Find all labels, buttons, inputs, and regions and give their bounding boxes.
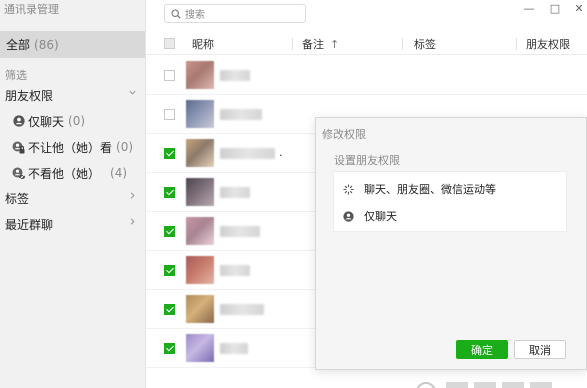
- count-badge: (4): [110, 166, 128, 180]
- chevron-right-icon: [128, 216, 137, 229]
- option-full-access[interactable]: 聊天、朋友圈、微信运动等: [334, 176, 566, 202]
- avatar: [186, 217, 214, 245]
- option-chat-only[interactable]: 仅聊天: [334, 203, 566, 229]
- row-checkbox[interactable]: [164, 70, 175, 81]
- sidebar: 通讯录管理 全部 (86) 筛选 朋友权限 仅聊天 (0) 不让他（她）看 (0…: [0, 0, 146, 388]
- avatar: [186, 178, 214, 206]
- nickname-suffix: .: [279, 146, 283, 159]
- row-checkbox[interactable]: [164, 109, 175, 120]
- row-checkbox[interactable]: [164, 265, 175, 276]
- row-checkbox[interactable]: [164, 148, 175, 159]
- blurred-nickname: [220, 304, 264, 315]
- window-title: 通讯录管理: [4, 3, 59, 16]
- cancel-button[interactable]: 取消: [514, 340, 566, 359]
- column-friend-permission[interactable]: 朋友权限: [526, 33, 570, 55]
- row-checkbox[interactable]: [164, 304, 175, 315]
- row-checkbox[interactable]: [164, 343, 175, 354]
- column-divider: [292, 38, 293, 50]
- sidebar-item-all[interactable]: 全部 (86): [0, 31, 145, 58]
- sidebar-item-label: 仅聊天: [28, 114, 65, 129]
- watermark-logo: [412, 370, 587, 388]
- option-label: 仅聊天: [364, 210, 397, 223]
- lock-user-icon: [12, 141, 25, 154]
- column-nickname[interactable]: 昵称: [192, 33, 214, 55]
- sidebar-item-label: 标签: [5, 191, 30, 206]
- search-placeholder: 搜索: [185, 10, 205, 21]
- modify-permission-dialog: 修改权限 设置朋友权限 聊天、朋友圈、微信运动等 仅聊天 确定 取消: [315, 117, 587, 370]
- search-icon: [171, 4, 181, 23]
- option-label: 聊天、朋友圈、微信运动等: [364, 183, 496, 196]
- sidebar-item-label: 全部: [6, 38, 31, 52]
- table-row[interactable]: [146, 56, 587, 95]
- sidebar-item-hide-my-moments[interactable]: 不让他（她）看 (0): [0, 136, 145, 158]
- blurred-nickname: [220, 148, 275, 159]
- blurred-nickname: [220, 109, 262, 120]
- count-badge: (0): [68, 114, 86, 128]
- dialog-subtitle: 设置朋友权限: [334, 154, 400, 167]
- confirm-button[interactable]: 确定: [456, 340, 508, 359]
- sidebar-item-label: 不让他（她）看: [28, 140, 113, 155]
- user-icon: [12, 115, 25, 128]
- column-remark[interactable]: 备注 ↑: [302, 33, 339, 55]
- count-badge: (0): [116, 140, 134, 154]
- sidebar-item-recent-groups[interactable]: 最近群聊: [0, 213, 145, 235]
- user-icon: [342, 210, 354, 222]
- row-checkbox[interactable]: [164, 187, 175, 198]
- blurred-nickname: [220, 343, 248, 354]
- column-label: 备注: [302, 38, 324, 51]
- sidebar-item-label: 最近群聊: [5, 217, 54, 232]
- blurred-nickname: [220, 265, 250, 276]
- table-header: 昵称 备注 ↑ 标签 朋友权限: [146, 33, 587, 55]
- column-divider: [402, 38, 403, 50]
- avatar: [186, 61, 214, 89]
- permission-options: 聊天、朋友圈、微信运动等 仅聊天: [333, 171, 567, 232]
- column-divider: [516, 38, 517, 50]
- sidebar-item-friend-permission[interactable]: 朋友权限: [0, 84, 145, 106]
- sidebar-item-label: 不看他（她）: [28, 166, 101, 181]
- sidebar-item-chat-only[interactable]: 仅聊天 (0): [0, 110, 145, 132]
- blurred-nickname: [220, 226, 260, 237]
- row-checkbox[interactable]: [164, 226, 175, 237]
- avatar: [186, 334, 214, 362]
- maximize-button[interactable]: □: [549, 2, 561, 15]
- eye-off-user-icon: [12, 167, 25, 180]
- chevron-down-icon: [128, 87, 137, 100]
- blurred-nickname: [220, 70, 250, 81]
- close-button[interactable]: ✕: [573, 2, 585, 15]
- dialog-title: 修改权限: [322, 128, 366, 141]
- avatar: [186, 295, 214, 323]
- sidebar-item-label: 朋友权限: [5, 88, 54, 103]
- sort-ascending-icon: ↑: [330, 37, 340, 51]
- minimize-button[interactable]: —: [523, 2, 535, 15]
- chevron-right-icon: [128, 190, 137, 203]
- avatar: [186, 256, 214, 284]
- sidebar-item-hide-their-moments[interactable]: 不看他（她） (4): [0, 162, 145, 184]
- count-badge: (86): [34, 37, 59, 52]
- filter-heading: 筛选: [5, 69, 27, 82]
- blurred-nickname: [220, 187, 250, 198]
- column-tags[interactable]: 标签: [414, 33, 436, 55]
- select-all-checkbox[interactable]: [164, 38, 175, 49]
- avatar: [186, 139, 214, 167]
- search-input[interactable]: 搜索: [164, 4, 306, 23]
- avatar: [186, 100, 214, 128]
- loading-icon: [342, 183, 354, 195]
- sidebar-item-tags[interactable]: 标签: [0, 187, 145, 209]
